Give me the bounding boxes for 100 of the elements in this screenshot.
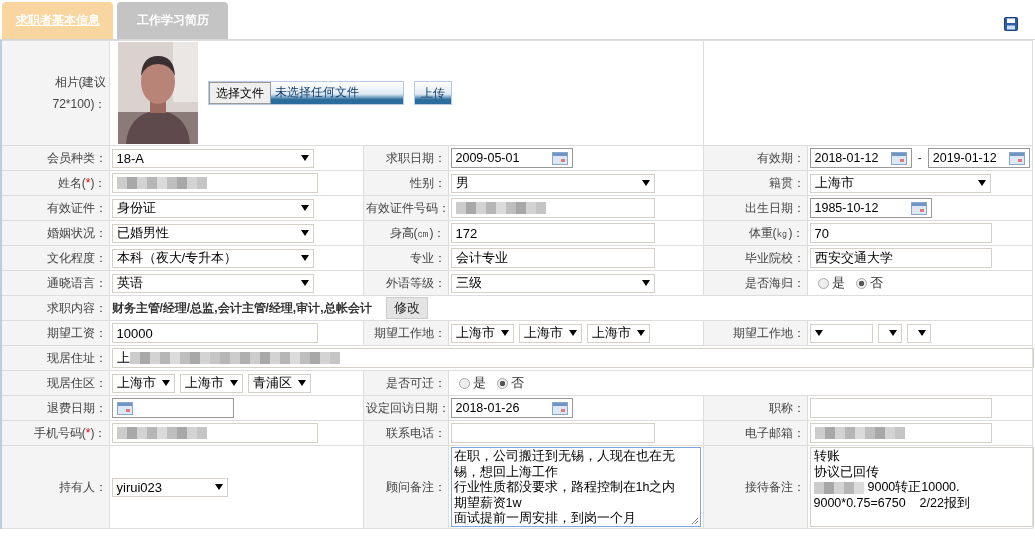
field-label: 联系电话： [385, 425, 446, 440]
text-field[interactable] [450, 423, 655, 443]
text-field[interactable]: 西安交通大学 [809, 248, 992, 268]
radio-button[interactable] [458, 377, 470, 389]
field-label: 设定回访日期： [365, 400, 450, 415]
field-label: 期望工作地： [373, 325, 446, 340]
select-field[interactable] [877, 323, 902, 343]
text-field[interactable] [450, 198, 655, 218]
field-label: 通晓语言： [46, 275, 107, 290]
select-field[interactable]: 身份证 [111, 198, 314, 218]
date-field[interactable]: 2018-01-12 [809, 148, 912, 168]
field-label: 出生日期： [744, 200, 805, 215]
calendar-icon[interactable] [116, 401, 133, 415]
field-label: 有效期： [756, 150, 805, 165]
caret-icon [568, 330, 577, 336]
field-label: 体重(㎏)： [748, 225, 805, 240]
caret-icon [300, 155, 309, 161]
caret-icon [888, 330, 897, 336]
calendar-icon[interactable] [551, 151, 568, 165]
field-label: 姓名(*)： [57, 175, 107, 190]
caret-icon [500, 330, 509, 336]
select-field[interactable]: 上海市 [518, 323, 582, 343]
upload-button[interactable]: 上传 [413, 81, 452, 105]
calendar-icon[interactable] [910, 201, 927, 215]
select-field[interactable]: 上海市 [809, 173, 991, 193]
select-field[interactable]: 上海市 [586, 323, 650, 343]
field-label: 现居住区： [46, 375, 107, 390]
field-label: 会员种类： [46, 150, 107, 165]
caret-icon [297, 380, 306, 386]
note-line: 9000*0.75=6750 2/22报到 [813, 495, 970, 511]
field-label: 持有人： [58, 479, 107, 494]
select-field[interactable] [809, 323, 873, 343]
caret-icon [229, 380, 238, 386]
caret-icon [214, 484, 223, 490]
select-field[interactable]: 上海市 [111, 373, 175, 393]
date-field[interactable] [111, 398, 234, 418]
select-field[interactable]: 本科（夜大/专升本） [111, 248, 314, 268]
date-field[interactable]: 1985-10-12 [809, 198, 932, 218]
calendar-icon[interactable] [551, 401, 568, 415]
select-field[interactable]: 上海市 [179, 373, 243, 393]
radio-label: 否 [510, 374, 524, 392]
text-field[interactable]: 上 [111, 348, 1034, 368]
text-field[interactable] [111, 173, 318, 193]
radio-button[interactable] [496, 377, 508, 389]
select-field[interactable]: 男 [450, 173, 655, 193]
field-label: 接待备注： [744, 479, 805, 494]
caret-icon [300, 280, 309, 286]
note-field[interactable]: 转账 协议已回传 9000转正10000. 9000*0.75=6750 2/22报到 [809, 447, 1034, 527]
radio-label: 否 [869, 274, 883, 292]
text-field[interactable]: 会计专业 [450, 248, 655, 268]
field-label: 求职日期： [385, 150, 446, 165]
note-line: 9000转正10000. [867, 480, 960, 496]
select-field[interactable]: 三级 [450, 273, 655, 293]
save-icon[interactable] [1004, 17, 1018, 31]
text-field[interactable]: 10000 [111, 323, 318, 343]
resize-handle-icon[interactable] [690, 517, 699, 525]
caret-icon [917, 330, 926, 336]
field-label: 电子邮箱： [744, 425, 805, 440]
caret-icon [300, 255, 309, 261]
field-label: 外语等级： [385, 275, 446, 290]
edit-button[interactable]: 修改 [385, 297, 428, 319]
date-field[interactable]: 2009-05-01 [450, 148, 573, 168]
select-field[interactable]: 18-A [111, 148, 314, 168]
field-label: 婚姻状况： [46, 225, 107, 240]
text-field[interactable] [809, 398, 992, 418]
field-label: 顾问备注： [385, 479, 446, 494]
text-field[interactable] [111, 423, 318, 443]
field-label: 是否海归： [744, 275, 805, 290]
field-label: 有效证件号码： [365, 200, 450, 215]
text-field[interactable]: 172 [450, 223, 655, 243]
calendar-icon[interactable] [1009, 151, 1025, 165]
select-field[interactable]: 英语 [111, 273, 314, 293]
note-line: 转账 [813, 449, 840, 465]
field-label: 专业： [409, 250, 446, 265]
date-field[interactable]: 2019-01-12 [927, 148, 1030, 168]
file-field[interactable]: 选择文件 未选择任何文件 [207, 81, 404, 105]
date-field[interactable]: 2018-01-26 [450, 398, 573, 418]
field-label: 求职内容： [46, 300, 107, 315]
job-content-text: 财务主管/经理/总监,会计主管/经理,审计,总帐会计 [111, 299, 372, 317]
select-field[interactable]: 青浦区 [247, 373, 311, 393]
file-status: 未选择任何文件 [270, 82, 403, 104]
radio-button[interactable] [817, 277, 829, 289]
field-label: 手机号码(*)： [33, 425, 107, 440]
select-field[interactable]: 已婚男性 [111, 223, 314, 243]
radio-button[interactable] [855, 277, 867, 289]
field-label: 期望工作地： [732, 325, 805, 340]
field-label: 退费日期： [46, 400, 107, 415]
caret-icon [641, 180, 650, 186]
caret-icon [641, 280, 650, 286]
choose-file-button[interactable]: 选择文件 [208, 82, 271, 104]
caret-icon [814, 330, 823, 336]
select-field[interactable]: yirui023 [111, 477, 228, 497]
text-field[interactable] [809, 423, 992, 443]
calendar-icon[interactable] [890, 151, 907, 165]
text-field[interactable]: 70 [809, 223, 992, 243]
caret-icon [161, 380, 170, 386]
select-field[interactable] [906, 323, 931, 343]
note-field[interactable]: 在职，公司搬迁到无锡，人现在也在无锡，想回上海工作 行业性质都没要求，路程控制在1h之内 期望薪资1w 面试提前一周安排，到岗一个月 [450, 447, 701, 527]
select-field[interactable]: 上海市 [450, 323, 514, 343]
field-label: 籍贯： [768, 175, 805, 190]
